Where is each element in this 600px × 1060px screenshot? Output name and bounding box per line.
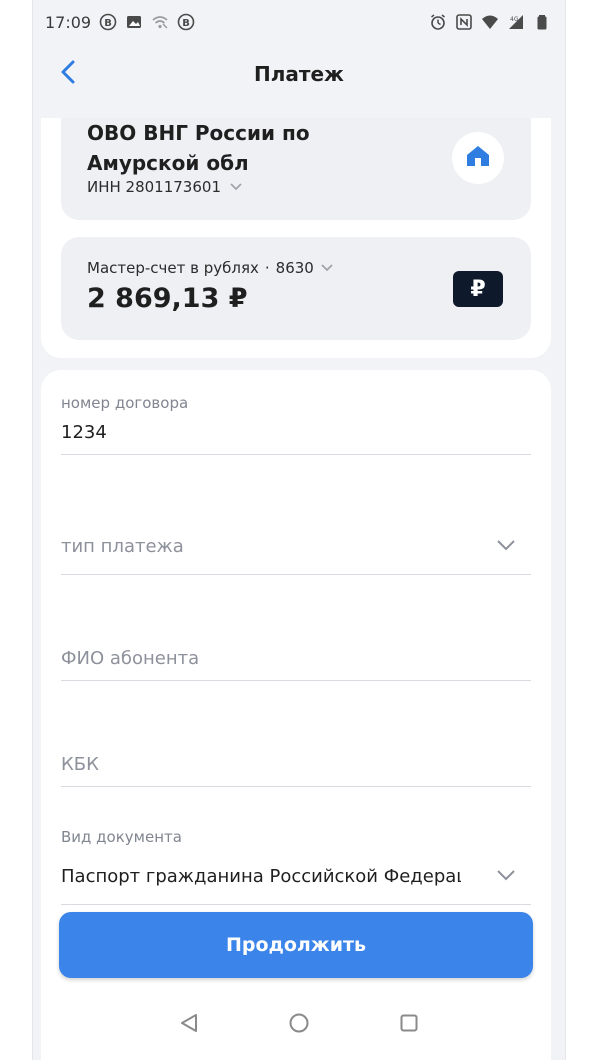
contract-number-value: 1234: [61, 422, 107, 443]
chevron-down-icon: [495, 864, 517, 886]
account-number: 8630: [275, 259, 314, 277]
contract-number-label: номер договора: [61, 394, 189, 412]
status-bar-right: 4G: [429, 13, 551, 31]
recipient-inn-selector[interactable]: ИНН 2801173601: [87, 178, 243, 196]
nav-home-button[interactable]: [284, 1010, 314, 1040]
recipient-name: ОВО ВНГ России по Амурской обл: [87, 121, 310, 175]
status-bar: 17:09 B B 4G: [33, 0, 565, 44]
payment-type-placeholder: тип платежа: [61, 536, 184, 557]
document-type-label: Вид документа: [61, 828, 182, 846]
document-type-select[interactable]: Вид документа Паспорт гражданина Российс…: [61, 828, 531, 905]
app-header: Платеж: [33, 44, 565, 104]
svg-text:4G: 4G: [510, 16, 519, 23]
continue-button[interactable]: Продолжить: [59, 912, 533, 978]
chevron-down-icon: [495, 534, 517, 556]
chevron-down-icon: [229, 178, 243, 196]
chevron-down-icon: [320, 259, 334, 277]
image-icon: [125, 13, 143, 31]
b-badge-icon: B: [177, 13, 195, 31]
nfc-icon: [455, 13, 473, 31]
wifi-icon: [481, 13, 499, 31]
alarm-icon: [429, 13, 447, 31]
back-button[interactable]: [51, 56, 87, 92]
status-time: 17:09: [45, 12, 92, 32]
recipient-avatar: [452, 132, 504, 184]
subscriber-name-placeholder: ФИО абонента: [61, 648, 200, 669]
recipient-card[interactable]: ОВО ВНГ России по Амурской обл ИНН 28011…: [61, 118, 531, 220]
home-icon: [465, 144, 491, 172]
b-badge-icon: B: [99, 13, 117, 31]
payment-type-select[interactable]: тип платежа: [61, 520, 531, 575]
wifi-off-icon: [151, 13, 169, 31]
kbk-field[interactable]: КБК: [61, 738, 531, 787]
chevron-left-icon: [58, 59, 80, 89]
ruble-icon: ₽: [453, 271, 503, 307]
account-line: Мастер-счет в рублях · 8630: [87, 259, 334, 277]
document-type-value: Паспорт гражданина Российской Федерации: [61, 866, 461, 887]
nav-back-button[interactable]: [174, 1010, 204, 1040]
square-recents-icon: [398, 1012, 420, 1038]
account-selector[interactable]: Мастер-счет в рублях · 8630 2 869,13 ₽ ₽: [61, 237, 531, 340]
nav-recents-button[interactable]: [394, 1010, 424, 1040]
svg-text:B: B: [104, 18, 112, 29]
system-nav-bar: [33, 990, 565, 1060]
subscriber-name-field[interactable]: ФИО абонента: [61, 632, 531, 681]
phone-screen: 17:09 B B 4G Платеж ОВО ВНГ России по Ам…: [33, 0, 565, 1060]
page-title: Платеж: [254, 62, 344, 86]
account-balance: 2 869,13 ₽: [87, 283, 248, 314]
payment-summary: ОВО ВНГ России по Амурской обл ИНН 28011…: [41, 118, 551, 358]
triangle-back-icon: [178, 1012, 200, 1038]
signal-icon: 4G: [507, 13, 525, 31]
recipient-inn: ИНН 2801173601: [87, 178, 221, 196]
battery-icon: [533, 13, 551, 31]
account-name: Мастер-счет в рублях: [87, 259, 259, 277]
svg-text:B: B: [182, 18, 190, 29]
contract-number-field[interactable]: номер договора 1234: [61, 392, 531, 455]
kbk-placeholder: КБК: [61, 754, 99, 775]
status-bar-left: 17:09 B B: [45, 13, 195, 32]
circle-home-icon: [288, 1012, 310, 1038]
account-separator: ·: [264, 259, 270, 277]
